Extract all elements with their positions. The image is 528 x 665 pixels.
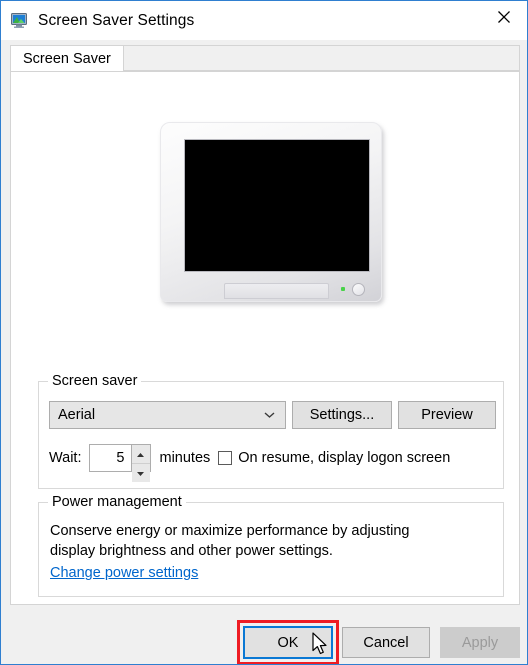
on-resume-checkbox-label[interactable]: On resume, display logon screen <box>238 450 450 466</box>
title-bar: Screen Saver Settings <box>1 1 527 40</box>
stepper-increment-button[interactable] <box>131 445 150 464</box>
cancel-button[interactable]: Cancel <box>342 627 430 658</box>
power-management-group-label: Power management <box>48 494 186 510</box>
change-power-settings-link[interactable]: Change power settings <box>50 565 198 581</box>
tab-page-screen-saver: Screen saver Aerial Settings... Preview … <box>10 71 520 605</box>
wait-label: Wait: <box>49 450 82 466</box>
preview-button-label: Preview <box>421 407 473 423</box>
triangle-up-icon <box>136 445 145 463</box>
tab-screen-saver-label: Screen Saver <box>23 51 111 67</box>
apply-button-label: Apply <box>461 634 499 651</box>
stepper-decrement-button[interactable] <box>131 464 150 482</box>
wait-row: Wait: 5 minutes On resume, display logon… <box>49 444 450 482</box>
monitor-bezel <box>160 122 382 302</box>
preview-button[interactable]: Preview <box>398 401 496 429</box>
stepper-buttons <box>130 445 150 482</box>
settings-button[interactable]: Settings... <box>292 401 392 429</box>
settings-button-label: Settings... <box>309 407 375 423</box>
close-icon <box>497 10 511 24</box>
screen-saver-settings-dialog: Screen Saver Settings Screen Saver Scree… <box>0 0 528 665</box>
tab-strip: Screen Saver <box>10 45 520 72</box>
monitor-icon <box>11 12 29 29</box>
screen-saver-group-label: Screen saver <box>48 373 142 389</box>
ok-button-label: OK <box>277 634 299 651</box>
apply-button: Apply <box>440 627 520 658</box>
power-management-group: Power management Conserve energy or maxi… <box>38 494 504 597</box>
on-resume-checkbox[interactable] <box>218 451 233 465</box>
power-button-icon <box>352 283 365 296</box>
power-led-icon <box>341 287 345 291</box>
tab-screen-saver[interactable]: Screen Saver <box>10 45 124 72</box>
close-button[interactable] <box>481 1 527 32</box>
power-management-description: Conserve energy or maximize performance … <box>50 523 410 559</box>
screen-saver-group: Screen saver Aerial Settings... Preview … <box>38 373 504 489</box>
screen-saver-dropdown[interactable]: Aerial <box>49 401 286 429</box>
cancel-button-label: Cancel <box>363 634 409 651</box>
window-title: Screen Saver Settings <box>38 11 195 29</box>
wait-minutes-stepper[interactable]: 5 <box>88 444 151 482</box>
monitor-tray <box>224 283 329 299</box>
ok-button[interactable]: OK <box>243 626 333 659</box>
triangle-down-icon <box>136 464 145 482</box>
screen-saver-dropdown-value: Aerial <box>58 407 96 423</box>
wait-minutes-value: 5 <box>116 450 125 466</box>
chevron-down-icon <box>264 412 275 419</box>
monitor-screen <box>184 139 370 272</box>
monitor-preview <box>151 119 391 314</box>
minutes-label: minutes <box>159 450 211 466</box>
